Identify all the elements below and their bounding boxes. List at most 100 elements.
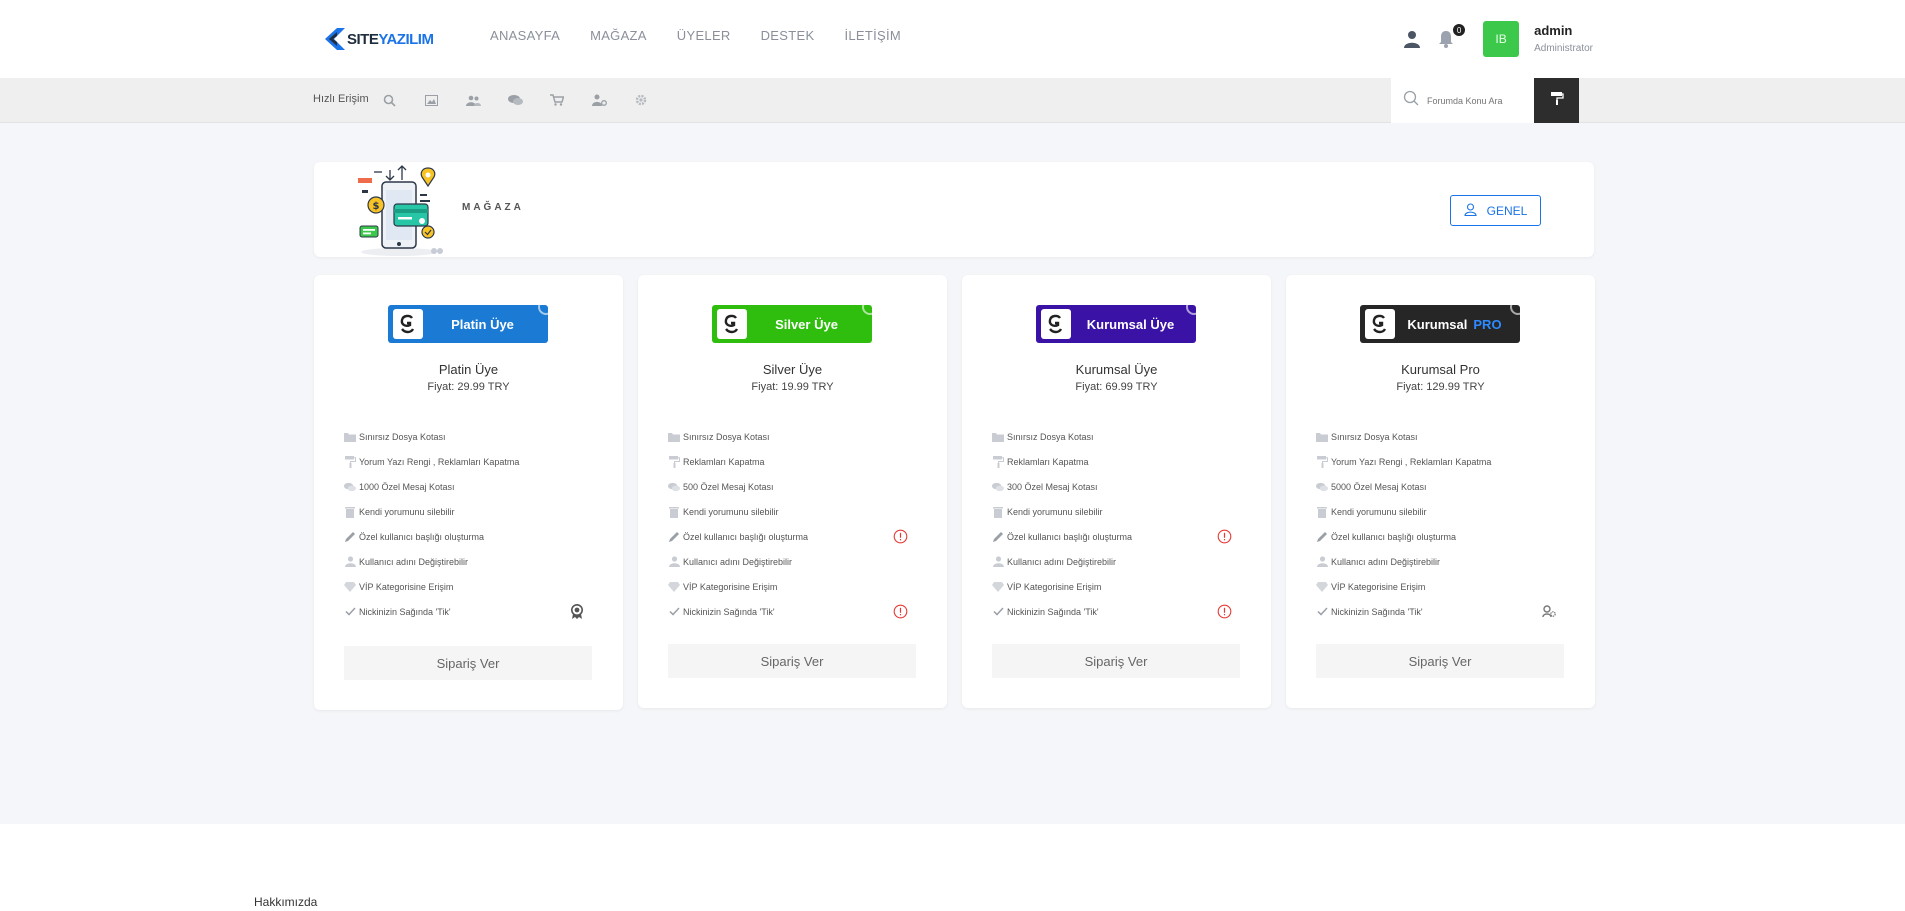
order-button[interactable]: Sipariş Ver — [668, 644, 916, 678]
forum-search — [1391, 78, 1534, 123]
plan-features: Sınırsız Dosya Kotası Reklamları Kapatma… — [992, 424, 1242, 624]
paint-roller-icon — [1316, 455, 1328, 468]
feature-item: VİP Kategorisine Erişim — [1316, 574, 1566, 599]
nav-support[interactable]: DESTEK — [761, 28, 815, 43]
notification-count-badge: 0 — [1451, 22, 1468, 38]
footer: Hakkımızda — [0, 824, 1905, 911]
plan-price: Fiyat: 19.99 TRY — [751, 381, 834, 393]
plan-badge: Kurumsal PRO — [1360, 305, 1520, 343]
feature-text: Özel kullanıcı başlığı oluşturma — [1331, 531, 1457, 542]
feature-text: Reklamları Kapatma — [1007, 456, 1089, 467]
search-icon[interactable] — [380, 91, 398, 109]
bell-icon[interactable]: 0 — [1435, 22, 1468, 50]
cart-icon[interactable] — [548, 91, 566, 109]
feature-item: Kullanıcı adını Değiştirebilir — [668, 549, 918, 574]
plan-features: Sınırsız Dosya Kotası Reklamları Kapatma… — [668, 424, 918, 624]
feature-item: 1000 Özel Mesaj Kotası — [344, 474, 594, 499]
plan-badge: Silver Üye — [712, 305, 872, 343]
general-button[interactable]: GENEL — [1450, 195, 1541, 226]
plan-price: Fiyat: 69.99 TRY — [1075, 381, 1158, 393]
plan-badge-label: Platin Üye — [451, 316, 514, 332]
badge-corner-icon — [1186, 305, 1196, 315]
feature-text: VİP Kategorisine Erişim — [1007, 581, 1102, 592]
feature-text: Özel kullanıcı başlığı oluşturma — [683, 531, 809, 542]
feature-text: Nickinizin Sağında 'Tik' — [1007, 606, 1099, 617]
paint-roller-icon — [344, 455, 356, 468]
plan-card: Kurumsal PRO Kurumsal Pro Fiyat: 129.99 T… — [1286, 275, 1595, 708]
feature-text: VİP Kategorisine Erişim — [359, 581, 454, 592]
chat-icon[interactable] — [506, 91, 524, 109]
plan-card: Silver Üye Silver Üye Fiyat: 19.99 TRY S… — [638, 275, 947, 708]
feature-text: Sınırsız Dosya Kotası — [359, 431, 446, 442]
top-header: SITEYAZILIM ANASAYFA MAĞAZA ÜYELER DESTE… — [0, 0, 1905, 78]
quick-access-label: Hızlı Erişim — [313, 93, 369, 105]
plan-badge-label: Silver Üye — [775, 316, 838, 332]
feature-item: VİP Kategorisine Erişim — [344, 574, 594, 599]
diamond-icon — [1316, 581, 1328, 593]
plan-badge-suffix: PRO — [1473, 316, 1502, 332]
feature-item: Kendi yorumunu silebilir — [992, 499, 1242, 524]
feature-text: Sınırsız Dosya Kotası — [1331, 431, 1418, 442]
main-nav: ANASAYFA MAĞAZA ÜYELER DESTEK İLETİŞİM — [490, 28, 931, 43]
folder-icon — [668, 431, 680, 443]
badge-logo-icon — [393, 309, 423, 339]
diamond-icon — [992, 581, 1004, 593]
nav-home[interactable]: ANASAYFA — [490, 28, 560, 43]
order-button[interactable]: Sipariş Ver — [344, 646, 592, 680]
user-outline-icon — [1464, 202, 1477, 219]
feature-text: 500 Özel Mesaj Kotası — [683, 481, 774, 492]
diamond-icon — [344, 581, 356, 593]
quick-access-bar: Hızlı Erişim — [0, 78, 1905, 123]
trash-icon — [992, 506, 1004, 518]
user-icon — [344, 556, 356, 568]
feature-text: Kullanıcı adını Değiştirebilir — [1331, 556, 1441, 567]
feature-item: Özel kullanıcı başlığı oluşturma — [344, 524, 594, 549]
feature-item: Yorum Yazı Rengi , Reklamları Kapatma — [344, 449, 594, 474]
user-role: Administrator — [1534, 43, 1593, 55]
plan-badge-label: Kurumsal — [1407, 316, 1468, 332]
unavailable-icon — [1217, 529, 1232, 544]
nav-store[interactable]: MAĞAZA — [590, 28, 647, 43]
plan-badge: Kurumsal Üye — [1036, 305, 1196, 343]
user-icon — [1316, 556, 1328, 568]
header-user-area: 0 IB admin Administrator — [1401, 20, 1593, 58]
plan-name: Platin Üye — [438, 362, 499, 377]
brand-part2: YAZILIM — [378, 30, 434, 48]
comments-icon — [344, 481, 356, 493]
feature-text: Kendi yorumunu silebilir — [683, 506, 779, 517]
feature-text: 300 Özel Mesaj Kotası — [1007, 481, 1098, 492]
order-button[interactable]: Sipariş Ver — [1316, 644, 1564, 678]
user-info[interactable]: admin Administrator — [1534, 23, 1593, 56]
site-logo[interactable]: SITEYAZILIM — [325, 27, 434, 51]
user-settings-icon[interactable] — [590, 91, 608, 109]
feature-item: Nickinizin Sağında 'Tik' — [668, 599, 918, 624]
order-button[interactable]: Sipariş Ver — [992, 644, 1240, 678]
folder-icon — [992, 431, 1004, 443]
plan-badge: Platin Üye — [388, 305, 548, 343]
user-icon — [992, 556, 1004, 568]
feature-item: Sınırsız Dosya Kotası — [992, 424, 1242, 449]
nav-contact[interactable]: İLETİŞİM — [844, 28, 901, 43]
pencil-icon — [1316, 531, 1328, 543]
plan-features: Sınırsız Dosya Kotası Yorum Yazı Rengi ,… — [1316, 424, 1566, 624]
forum-search-input[interactable] — [1427, 95, 1527, 106]
comments-icon — [992, 481, 1004, 493]
profile-icon[interactable] — [1401, 28, 1423, 50]
feature-text: Kullanıcı adını Değiştirebilir — [683, 556, 793, 567]
feature-text: Kendi yorumunu silebilir — [359, 506, 455, 517]
users-icon[interactable] — [464, 91, 482, 109]
image-icon[interactable] — [422, 91, 440, 109]
feature-item: Nickinizin Sağında 'Tik' — [344, 599, 594, 624]
nav-members[interactable]: ÜYELER — [677, 28, 731, 43]
gear-icon[interactable] — [632, 91, 650, 109]
badge-corner-icon — [1510, 305, 1520, 315]
feature-item: 500 Özel Mesaj Kotası — [668, 474, 918, 499]
avatar[interactable]: IB — [1483, 21, 1520, 57]
trash-icon — [668, 506, 680, 518]
user-name: admin — [1534, 22, 1573, 38]
theme-paint-button[interactable] — [1534, 78, 1579, 123]
check-icon — [344, 606, 356, 618]
feature-item: Özel kullanıcı başlığı oluşturma — [1316, 524, 1566, 549]
comments-icon — [1316, 481, 1328, 493]
badge-corner-icon — [538, 305, 548, 315]
